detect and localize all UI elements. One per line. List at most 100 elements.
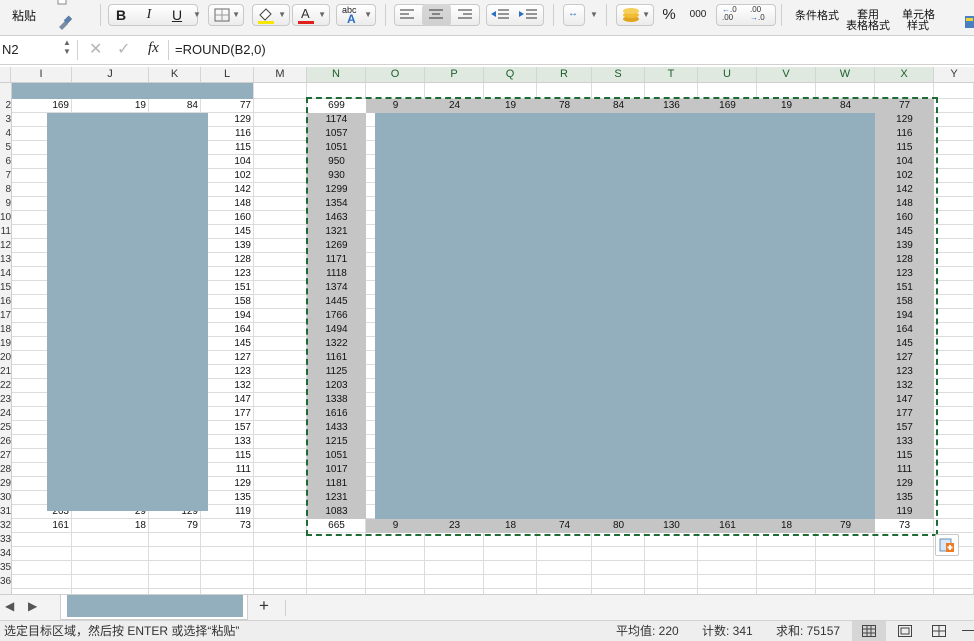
previous-sheet-icon[interactable]: ◀ [5,599,14,613]
row-header-number[interactable]: 4 [0,127,11,141]
cell[interactable]: 77 [201,99,254,113]
page-break-icon[interactable] [932,625,946,637]
column-header-r[interactable]: R [537,67,592,82]
cell[interactable]: 145 [201,337,254,351]
column-header-x[interactable]: X [875,67,934,82]
row-header-number[interactable]: 26 [0,435,11,449]
row-header-number[interactable]: 33 [0,533,11,547]
row-header-number[interactable]: 23 [0,393,11,407]
row-header-number[interactable]: 31 [0,505,11,519]
cell[interactable]: 102 [201,169,254,183]
cell[interactable]: 194 [201,309,254,323]
format-painter-button[interactable] [56,14,74,30]
percent-button[interactable]: % [657,5,681,25]
row-header-number[interactable]: 16 [0,295,11,309]
sheet-tab-active[interactable] [60,595,248,620]
row-header-number[interactable]: 14 [0,267,11,281]
row-header-number[interactable]: 7 [0,169,11,183]
cell[interactable]: 129 [201,477,254,491]
align-left-icon[interactable] [399,8,415,22]
decrease-decimal-button[interactable]: .00 →.0 [750,6,765,22]
cell[interactable]: 147 [201,393,254,407]
row-header-number[interactable]: 29 [0,477,11,491]
column-header-m[interactable]: M [254,67,307,82]
cell[interactable]: 148 [201,197,254,211]
row-header-number[interactable]: 19 [0,337,11,351]
next-sheet-icon[interactable]: ▶ [28,599,37,613]
bold-button[interactable]: B [110,5,132,25]
column-header-k[interactable]: K [149,67,201,82]
row-header-number[interactable]: 20 [0,351,11,365]
name-box-stepper[interactable]: ▲ ▼ [63,38,71,56]
copy-button[interactable] [55,0,75,8]
column-header-i[interactable]: I [11,67,72,82]
italic-button[interactable]: I [138,5,160,25]
add-sheet-button[interactable]: + [259,596,269,616]
cell[interactable]: 145 [201,225,254,239]
column-header-p[interactable]: P [425,67,484,82]
row-header-number[interactable]: 15 [0,281,11,295]
column-header-v[interactable]: V [757,67,816,82]
chevron-down-icon[interactable]: ▼ [193,4,201,26]
row-header-number[interactable]: 3 [0,113,11,127]
row-header-number[interactable]: 10 [0,211,11,225]
conditional-format-label[interactable]: 条件格式 [795,10,839,22]
row-header-number[interactable]: 9 [0,197,11,211]
cell[interactable]: 142 [201,183,254,197]
currency-button[interactable]: ▼ [616,4,654,26]
cell[interactable]: 18 [72,519,149,533]
name-box[interactable]: N2 [2,42,19,57]
row-header-number[interactable]: 21 [0,365,11,379]
select-all-corner[interactable] [0,67,11,82]
row-header-number[interactable]: 12 [0,239,11,253]
column-header-u[interactable]: U [698,67,757,82]
cell[interactable]: 129 [201,113,254,127]
row-header-number[interactable]: 5 [0,141,11,155]
underline-button[interactable]: U [166,5,188,25]
cell[interactable]: 157 [201,421,254,435]
spelling-button[interactable]: abc A ▼ [336,4,376,26]
cell[interactable]: 169 [12,99,72,113]
row-header-number[interactable]: 28 [0,463,11,477]
column-header-t[interactable]: T [645,67,698,82]
chevron-down-icon[interactable]: ▼ [590,4,598,26]
row-header-number[interactable]: 18 [0,323,11,337]
sheet-grid[interactable]: 169 19 84 77 129 116 115 104 102 142 148 160 145 139 1… [12,83,974,594]
row-header-number[interactable]: 11 [0,225,11,239]
row-header-number[interactable]: 22 [0,379,11,393]
cell[interactable]: 19 [72,99,149,113]
row-header-number[interactable]: 34 [0,547,11,561]
function-icon[interactable]: fx [148,40,159,57]
cell[interactable]: 123 [201,365,254,379]
page-layout-icon[interactable] [898,625,912,637]
align-right-icon[interactable] [457,8,473,22]
confirm-icon[interactable]: ✓ [117,39,130,59]
cancel-icon[interactable]: ✕ [89,39,102,59]
row-header-number[interactable]: 6 [0,155,11,169]
row-header-number[interactable]: 25 [0,421,11,435]
cell[interactable]: 116 [201,127,254,141]
row-header-number[interactable]: 36 [0,575,11,589]
wrap-button[interactable]: ↔ [563,4,585,26]
row-header-number[interactable]: 30 [0,491,11,505]
cell[interactable]: 127 [201,351,254,365]
cell[interactable]: 158 [201,295,254,309]
fill-color-button[interactable]: ▼ [252,4,290,26]
zoom-out-icon[interactable] [962,630,974,631]
cell[interactable]: 115 [201,449,254,463]
cell[interactable]: 161 [12,519,72,533]
formula-input[interactable]: =ROUND(B2,0) [175,42,266,57]
cell[interactable]: 104 [201,155,254,169]
cell[interactable]: 160 [201,211,254,225]
thousands-button[interactable]: 000 [684,5,712,25]
column-header-y[interactable]: Y [934,67,974,82]
font-color-button[interactable]: A ▼ [292,4,330,26]
row-header-number[interactable]: 27 [0,449,11,463]
increase-decimal-button[interactable]: ←.0.00 [722,6,737,22]
paste-options-button[interactable] [935,534,959,556]
cell[interactable]: 119 [201,505,254,519]
cell[interactable]: 133 [201,435,254,449]
cell[interactable]: 79 [149,519,201,533]
cell[interactable]: 123 [201,267,254,281]
column-header-q[interactable]: Q [484,67,537,82]
